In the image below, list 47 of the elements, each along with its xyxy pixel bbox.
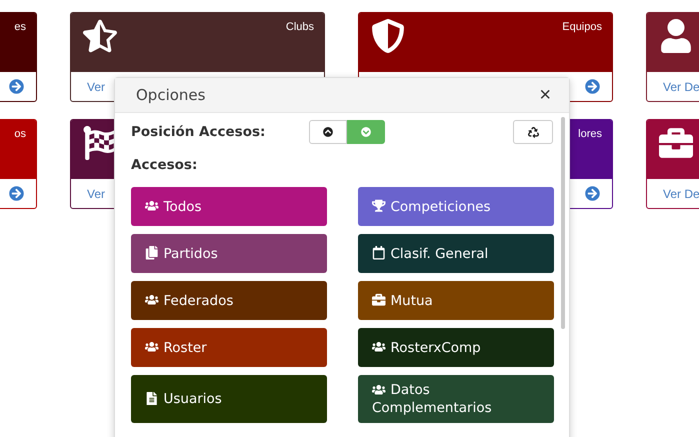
- access-button[interactable]: Datos Complementarios: [358, 375, 554, 423]
- tile-title: es: [14, 21, 26, 33]
- users-icon: [372, 382, 386, 396]
- tile-title: Clubs: [286, 21, 314, 33]
- arrow-right-icon[interactable]: [9, 79, 24, 94]
- access-button[interactable]: RosterxComp: [358, 328, 554, 367]
- calendar-icon: [372, 246, 386, 260]
- arrow-right-icon[interactable]: [585, 79, 600, 94]
- tile-title: os: [14, 128, 26, 140]
- users-icon: [145, 199, 158, 212]
- document-icon: [145, 392, 158, 405]
- position-label: Posición Accesos:: [131, 124, 266, 140]
- tile-title: lores: [578, 128, 602, 140]
- users-icon: [145, 293, 158, 306]
- accesses-label: Accesos:: [131, 157, 198, 173]
- arrow-right-icon[interactable]: [585, 186, 600, 201]
- recycle-icon: [528, 126, 538, 138]
- details-link[interactable]: Ver De: [663, 186, 699, 200]
- access-button[interactable]: Todos: [131, 187, 327, 226]
- access-button[interactable]: Clasif. General: [358, 234, 554, 273]
- details-link[interactable]: Ver: [87, 80, 106, 94]
- access-button[interactable]: Mutua: [358, 281, 554, 320]
- chevron-up-icon: [323, 127, 334, 137]
- briefcase-icon: [372, 293, 386, 306]
- users-icon: [372, 340, 386, 354]
- access-button[interactable]: Partidos: [131, 234, 327, 273]
- users-icon: [145, 340, 158, 354]
- chevron-down-icon: [361, 127, 372, 137]
- reset-button[interactable]: [513, 120, 553, 144]
- access-button[interactable]: Usuarios: [131, 375, 327, 423]
- documents-icon: [145, 246, 158, 260]
- trophy-icon: [372, 199, 386, 212]
- tile-title: Equipos: [562, 21, 602, 33]
- position-toggle[interactable]: [309, 120, 348, 144]
- arrow-right-icon[interactable]: [9, 186, 24, 201]
- briefcase-icon: [659, 126, 693, 160]
- access-button[interactable]: Roster: [131, 328, 327, 367]
- user-icon: [659, 19, 693, 53]
- details-link[interactable]: Ver: [87, 186, 106, 200]
- access-button[interactable]: Federados: [131, 281, 327, 320]
- shield-icon: [371, 19, 405, 53]
- position-toggle[interactable]: [347, 120, 386, 144]
- details-link[interactable]: Ver De: [663, 80, 699, 94]
- close-button[interactable]: ×: [539, 85, 551, 105]
- access-button[interactable]: Competiciones: [358, 187, 554, 226]
- dialog-title: Opciones: [136, 86, 206, 104]
- star-icon: [83, 19, 117, 53]
